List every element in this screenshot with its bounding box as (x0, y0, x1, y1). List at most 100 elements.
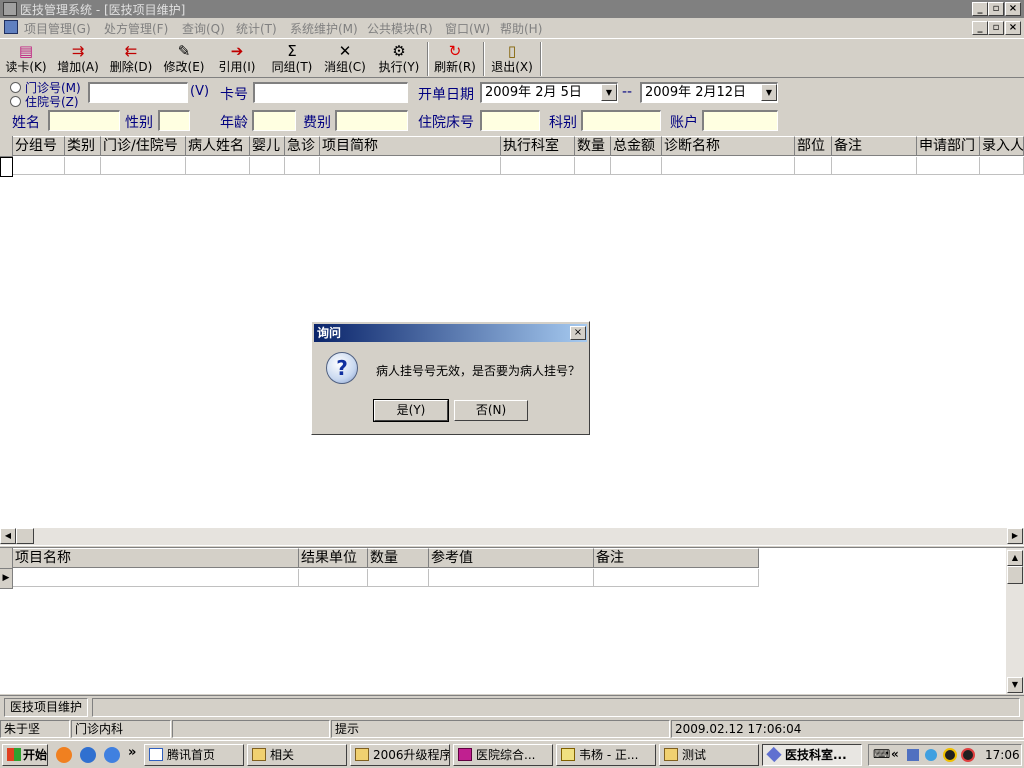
delete-button[interactable]: ⇇ 删除(D) (105, 41, 157, 77)
column-header[interactable]: 分组号 (13, 136, 65, 156)
column-header[interactable]: 数量 (575, 136, 611, 156)
taskbar-item[interactable]: 腾讯首页 (144, 744, 244, 766)
column-header[interactable]: 部位 (795, 136, 832, 156)
network-icon[interactable] (907, 749, 919, 761)
account-input[interactable] (702, 110, 778, 131)
gender-input[interactable] (158, 110, 190, 131)
keyboard-icon[interactable]: ⌨ (873, 747, 890, 761)
taskbar-item[interactable]: 韦杨 - 正... (556, 744, 656, 766)
qq-penguin-icon[interactable] (943, 748, 957, 762)
column-header[interactable]: 录入人 (980, 136, 1024, 156)
child-restore-icon[interactable]: ▫ (988, 21, 1004, 35)
reference-button[interactable]: ➔ 引用(I) (211, 41, 263, 77)
scroll-right-icon[interactable]: ▶ (1007, 528, 1023, 544)
menu-item-statistics[interactable]: 统计(T) (236, 20, 277, 37)
outlook-icon[interactable] (104, 747, 120, 763)
menu-item-prescription[interactable]: 处方管理(F) (104, 20, 168, 37)
fee-type-input[interactable] (335, 110, 408, 131)
dialog-close-icon[interactable]: × (570, 326, 586, 340)
date-to-dropdown-icon[interactable]: ▼ (761, 84, 777, 101)
scroll-thumb[interactable] (1007, 566, 1023, 584)
quicklaunch-chevron[interactable]: » (128, 745, 136, 760)
taskbar-item[interactable]: 2006升级程序 (350, 744, 450, 766)
column-header[interactable]: 病人姓名 (186, 136, 250, 156)
column-header[interactable]: 婴儿 (250, 136, 285, 156)
same-group-button[interactable]: Σ 同组(T) (266, 41, 318, 77)
age-input[interactable] (252, 110, 296, 131)
tray-chevron[interactable]: « (891, 747, 899, 761)
no-button[interactable]: 否(N) (454, 400, 528, 421)
inpatient-radio-label[interactable]: 住院号(Z) (25, 93, 79, 110)
column-header[interactable]: 急诊 (285, 136, 320, 156)
table-cell[interactable] (13, 569, 299, 587)
execute-button[interactable]: ⚙ 执行(Y) (373, 41, 425, 77)
table-cell[interactable] (13, 157, 65, 175)
security-icon[interactable] (925, 749, 937, 761)
row-indicator[interactable] (0, 157, 13, 177)
patient-number-input[interactable] (88, 82, 188, 103)
table-cell[interactable] (299, 569, 368, 587)
menu-item-help[interactable]: 帮助(H) (500, 20, 542, 37)
bed-number-input[interactable] (480, 110, 540, 131)
taskbar-item-active[interactable]: 医技科室... (762, 744, 862, 766)
table-cell[interactable] (250, 157, 285, 175)
menu-item-window[interactable]: 窗口(W) (445, 20, 490, 37)
taskbar-item[interactable]: 医院综合... (453, 744, 553, 766)
column-header[interactable]: 总金额 (611, 136, 662, 156)
column-header[interactable]: 门诊/住院号 (101, 136, 186, 156)
table-cell[interactable] (285, 157, 320, 175)
child-close-icon[interactable]: × (1005, 21, 1021, 35)
table-cell[interactable] (320, 157, 501, 175)
table-cell[interactable] (980, 157, 1024, 175)
table-cell[interactable] (186, 157, 250, 175)
column-header[interactable]: 申请部门 (917, 136, 980, 156)
table-cell[interactable] (594, 569, 759, 587)
table-cell[interactable] (917, 157, 980, 175)
column-header[interactable]: 项目名称 (13, 548, 299, 568)
table-cell[interactable] (65, 157, 101, 175)
column-header[interactable]: 项目简称 (320, 136, 501, 156)
inpatient-radio[interactable] (10, 96, 21, 107)
column-header[interactable]: 数量 (368, 548, 429, 568)
card-number-input[interactable] (253, 82, 408, 103)
table-cell[interactable] (429, 569, 594, 587)
restore-icon[interactable]: ▫ (988, 2, 1004, 16)
date-from-picker[interactable]: 2009年 2月 5日 (480, 82, 618, 103)
edit-button[interactable]: ✎ 修改(E) (158, 41, 210, 77)
table-cell[interactable] (795, 157, 832, 175)
taskbar-item[interactable]: 相关 (247, 744, 347, 766)
yes-button[interactable]: 是(Y) (373, 399, 449, 422)
column-header[interactable]: 结果单位 (299, 548, 368, 568)
column-header[interactable]: 类别 (65, 136, 101, 156)
scroll-left-icon[interactable]: ◀ (0, 528, 16, 544)
scroll-up-icon[interactable]: ▲ (1007, 550, 1023, 566)
current-row-indicator-icon[interactable]: ▶ (0, 569, 13, 589)
refresh-button[interactable]: ↻ 刷新(R) (429, 41, 481, 77)
table-cell[interactable] (611, 157, 662, 175)
column-header[interactable]: 备注 (832, 136, 917, 156)
ie-icon[interactable] (80, 747, 96, 763)
table-cell[interactable] (501, 157, 575, 175)
outpatient-radio[interactable] (10, 82, 21, 93)
table-cell[interactable] (832, 157, 917, 175)
read-card-button[interactable]: ▤ 读卡(K) (0, 41, 52, 77)
mdi-tab-item[interactable]: 医技项目维护 (4, 698, 88, 717)
scroll-thumb[interactable] (16, 528, 34, 544)
taskbar-item[interactable]: 测试 (659, 744, 759, 766)
menu-item-public[interactable]: 公共模块(R) (367, 20, 433, 37)
table-cell[interactable] (101, 157, 186, 175)
table-cell[interactable] (662, 157, 795, 175)
date-to-picker[interactable]: 2009年 2月12日 (640, 82, 778, 103)
child-window-icon[interactable] (4, 20, 18, 34)
date-from-dropdown-icon[interactable]: ▼ (601, 84, 617, 101)
v-shortcut-label[interactable]: (V) (190, 84, 209, 99)
scroll-down-icon[interactable]: ▼ (1007, 677, 1023, 693)
detail-grid-vertical-scrollbar[interactable]: ▲ ▼ (1006, 548, 1024, 694)
column-header[interactable]: 参考值 (429, 548, 594, 568)
menu-item-project[interactable]: 项目管理(G) (24, 20, 91, 37)
name-input[interactable] (48, 110, 120, 131)
minimize-icon[interactable]: _ (972, 2, 988, 16)
menu-item-system[interactable]: 系统维护(M) (290, 20, 358, 37)
cancel-group-button[interactable]: ✕ 消组(C) (319, 41, 371, 77)
table-cell[interactable] (368, 569, 429, 587)
